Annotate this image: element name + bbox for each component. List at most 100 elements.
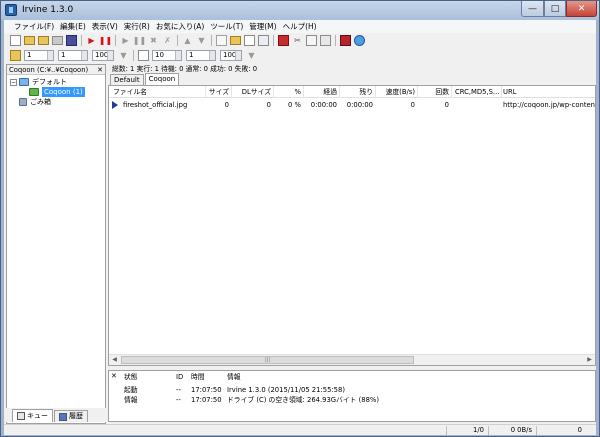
tab-queue[interactable]: キュー [12, 409, 53, 422]
start-icon[interactable]: ▶ [86, 35, 97, 46]
column-checksum[interactable]: CRC,MD5,S... [455, 86, 501, 98]
grid-icon [138, 50, 149, 61]
tree-item-trash[interactable]: ごみ箱 [19, 97, 51, 107]
threads-spinner[interactable]: 1 [24, 50, 54, 61]
folder-new-icon[interactable] [38, 36, 49, 45]
column-speed[interactable]: 速度(B/s) [375, 86, 415, 98]
folder-green-icon [29, 88, 39, 96]
document-icon[interactable] [244, 35, 255, 46]
row-filename[interactable]: fireshot_official.jpg [123, 100, 203, 110]
menu-help[interactable]: ヘルプ(H) [283, 21, 317, 32]
apply-icon[interactable]: ▼ [246, 50, 257, 61]
scroll-right-icon[interactable]: ▶ [584, 355, 595, 365]
menu-view[interactable]: 表示(V) [92, 21, 118, 32]
new-file-icon[interactable] [10, 35, 21, 46]
percent-spinner[interactable]: 100 [92, 50, 114, 61]
help-bulb-icon[interactable] [354, 35, 365, 46]
column-url[interactable]: URL [503, 86, 543, 98]
row-elapsed: 0:00:00 [310, 101, 337, 109]
horizontal-scrollbar[interactable]: ◀ ||| ▶ [109, 354, 595, 365]
menu-tools[interactable]: ツール(T) [210, 21, 243, 32]
book-icon[interactable] [340, 35, 351, 46]
cut-icon[interactable]: ✂ [292, 35, 303, 46]
app-window: Irvine 1.3.0 — □ ✕ ファイル(F) 編集(E) 表示(V) 実… [0, 0, 600, 437]
toolbar-separator [273, 35, 274, 46]
column-filename[interactable]: ファイル名 [113, 86, 183, 98]
scroll-left-icon[interactable]: ◀ [109, 355, 120, 365]
menu-favorites[interactable]: お気に入り(A) [156, 21, 204, 32]
main-toolbar: ▶ ❚❚ ▶ ❚❚ ✖ ✗ ▲ ▼ ✂ [4, 33, 596, 48]
menu-manage[interactable]: 管理(M) [249, 21, 276, 32]
title-bar[interactable]: Irvine 1.3.0 — □ ✕ [1, 1, 599, 20]
menu-edit[interactable]: 編集(E) [60, 21, 86, 32]
log-column-time[interactable]: 時間 [191, 372, 205, 382]
copy-icon[interactable] [216, 35, 227, 46]
toolbar-separator [211, 35, 212, 46]
tree-item-coqoon[interactable]: Coqoon (1) [29, 87, 85, 97]
column-elapsed[interactable]: 経過 [303, 86, 337, 98]
copy-doc-icon[interactable] [306, 35, 317, 46]
connections-spinner[interactable]: 10 [152, 50, 182, 61]
list-header: ファイル名 サイズ DLサイズ % 経過 残り 速度(B/s) 回数 CRC,M… [109, 86, 595, 98]
stop-icon[interactable]: ❚❚ [133, 35, 146, 46]
column-percent[interactable]: % [273, 86, 301, 98]
url-icon[interactable] [278, 35, 289, 46]
tree-collapse-icon[interactable]: − [10, 78, 17, 86]
log-row-info: Irvine 1.3.0 (2015/11/05 21:55:58) [227, 386, 345, 394]
interval-spinner[interactable]: 1 [186, 50, 216, 61]
move-down-icon[interactable]: ▼ [196, 35, 207, 46]
download-icon[interactable]: ▼ [118, 50, 129, 61]
tab-history[interactable]: 履歴 [54, 410, 88, 422]
toolbar-separator [177, 35, 178, 46]
scrollbar-thumb[interactable]: ||| [121, 356, 414, 364]
log-column-id[interactable]: ID [176, 372, 183, 382]
ratio-spinner[interactable]: 100 [220, 50, 242, 61]
toolbar-separator [81, 35, 82, 46]
save-icon[interactable] [66, 35, 77, 46]
tab-coqoon[interactable]: Coqoon [144, 73, 180, 85]
log-row-info: ドライブ (C) の空き領域: 264.93Gバイト (88%) [227, 396, 380, 404]
folder-group-icon [19, 78, 29, 86]
tree-item-default[interactable]: − デフォルト [10, 77, 67, 87]
folder-icon[interactable] [230, 36, 241, 45]
move-up-icon[interactable]: ▲ [182, 35, 193, 46]
column-dlsize[interactable]: DLサイズ [231, 86, 271, 98]
log-column-status[interactable]: 状態 [124, 372, 138, 382]
open-folder-icon[interactable] [24, 36, 35, 45]
row-count: 0 [444, 101, 449, 109]
start-selected-icon[interactable]: ▶ [120, 35, 131, 46]
minimize-button[interactable]: — [521, 1, 544, 17]
column-remaining[interactable]: 残り [339, 86, 373, 98]
status-count: 0 [577, 426, 582, 434]
log-row-status: 情報 [124, 396, 138, 404]
folder-pane-close-icon[interactable]: ✕ [97, 65, 103, 75]
properties-icon[interactable] [258, 35, 269, 46]
download-list: ファイル名 サイズ DLサイズ % 経過 残り 速度(B/s) 回数 CRC,M… [108, 86, 596, 366]
tab-history-label: 履歴 [69, 412, 83, 420]
log-close-icon[interactable]: ✕ [111, 372, 117, 380]
app-icon [5, 4, 17, 16]
trash-icon [19, 98, 27, 106]
menu-run[interactable]: 実行(R) [124, 21, 150, 32]
folder-pane-title: Coqoon (C:¥..¥Coqoon) [9, 66, 89, 74]
pause-icon[interactable]: ❚❚ [99, 35, 112, 46]
log-row-status: 起動 [124, 386, 138, 394]
maximize-button[interactable]: □ [544, 1, 566, 17]
close-button[interactable]: ✕ [566, 1, 597, 17]
retry-spinner[interactable]: 1 [58, 50, 88, 61]
folder-open-icon[interactable] [52, 36, 63, 45]
clear-icon[interactable]: ✗ [162, 35, 173, 46]
cancel-icon[interactable]: ✖ [148, 35, 159, 46]
column-count[interactable]: 回数 [417, 86, 449, 98]
tab-default[interactable]: Default [110, 74, 144, 85]
menu-file[interactable]: ファイル(F) [14, 21, 54, 32]
column-size[interactable]: サイズ [205, 86, 229, 98]
queue-tab-bar: Default Coqoon [108, 73, 596, 86]
paste-icon[interactable] [320, 35, 331, 46]
row-size: 0 [224, 101, 229, 109]
client-area: ファイル(F) 編集(E) 表示(V) 実行(R) お気に入り(A) ツール(T… [4, 20, 596, 435]
menu-bar: ファイル(F) 編集(E) 表示(V) 実行(R) お気に入り(A) ツール(T… [4, 20, 596, 33]
row-speed: 0 [410, 101, 415, 109]
log-column-info[interactable]: 情報 [227, 372, 241, 382]
toolbar-separator [335, 35, 336, 46]
